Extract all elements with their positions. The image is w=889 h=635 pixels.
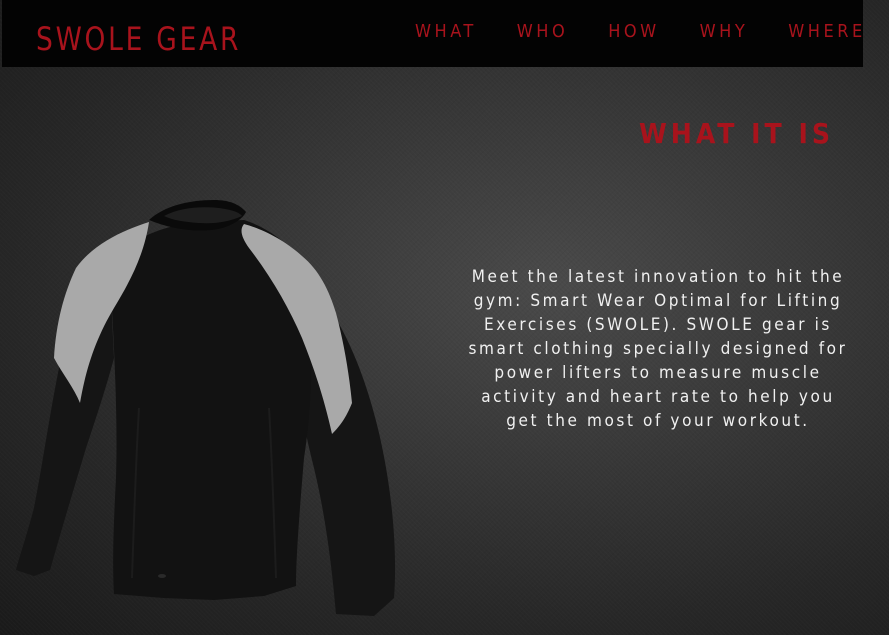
section-title: WHAT IT IS <box>639 117 834 150</box>
nav-link-why[interactable]: WHY <box>700 21 749 43</box>
nav-link-what[interactable]: WHAT <box>415 21 477 43</box>
nav-link-how[interactable]: HOW <box>608 21 659 43</box>
brand-logo-link[interactable]: SWOLE GEAR <box>36 20 241 58</box>
top-navbar: SWOLE GEAR WHAT WHO HOW WHY WHERE <box>2 0 863 67</box>
product-image-shirt <box>16 200 396 616</box>
nav-link-where[interactable]: WHERE <box>788 21 865 43</box>
shirt-logo <box>158 574 166 578</box>
nav-link-who[interactable]: WHO <box>517 21 568 43</box>
nav-links: WHAT WHO HOW WHY WHERE <box>415 21 866 43</box>
product-description: Meet the latest innovation to hit the gy… <box>468 267 848 431</box>
